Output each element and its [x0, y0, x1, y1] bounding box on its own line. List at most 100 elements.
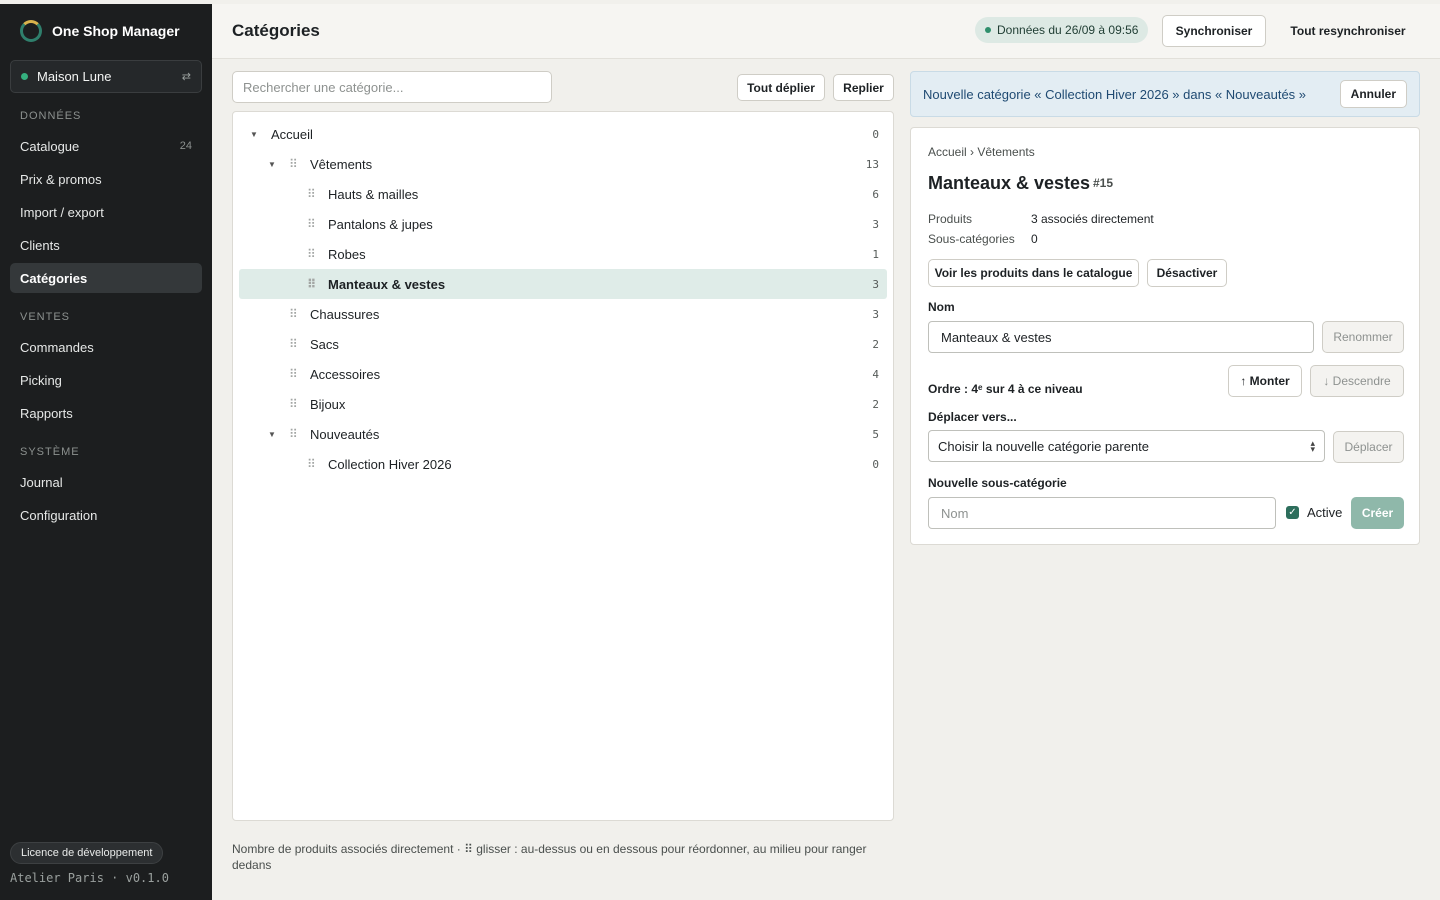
drag-handle-icon[interactable]: ⠿ [289, 427, 298, 441]
sync-status-badge: Données du 26/09 à 09:56 [975, 17, 1149, 43]
sidebar-item-configuration[interactable]: Configuration [10, 500, 202, 530]
move-button[interactable]: Déplacer [1333, 431, 1404, 463]
tree-row[interactable]: ⠿ Pantalons & jupes 3 [239, 209, 887, 239]
sidebar-item-commandes[interactable]: Commandes [10, 332, 202, 362]
rename-button[interactable]: Renommer [1322, 321, 1404, 353]
brand[interactable]: One Shop Manager [20, 20, 180, 42]
section-title-systeme: SYSTÈME [20, 446, 80, 458]
tree-row-count: 0 [872, 127, 879, 141]
caret-down-icon[interactable]: ▼ [267, 160, 277, 169]
banner-text: Nouvelle catégorie « Collection Hiver 20… [923, 86, 1307, 102]
active-checkbox[interactable]: ✓ [1286, 506, 1299, 519]
tree-row[interactable]: ▼ Accueil 0 [239, 119, 887, 149]
drag-handle-icon[interactable]: ⠿ [289, 307, 298, 321]
products-label: Produits [928, 212, 973, 226]
sidebar-item-journal[interactable]: Journal [10, 467, 202, 497]
tree-row-count: 6 [872, 187, 879, 201]
move-down-button[interactable]: ↓ Descendre [1310, 365, 1404, 397]
tree-row-count: 1 [872, 247, 879, 261]
tree-row[interactable]: ▼ ⠿ Vêtements 13 [239, 149, 887, 179]
sidebar-item-label: Catalogue [20, 138, 80, 154]
create-button[interactable]: Créer [1351, 497, 1404, 529]
tree-row-label: Chaussures [310, 306, 380, 322]
tree-row[interactable]: ▼ ⠿ Nouveautés 5 [239, 419, 887, 449]
category-detail-panel: Accueil › Vêtements Manteaux & vestes #1… [910, 127, 1420, 545]
store-switcher[interactable]: Maison Lune ⇄ [10, 60, 202, 93]
subcategories-value: 0 [1031, 232, 1038, 246]
status-dot-icon [985, 27, 991, 33]
tree-row-label: Accessoires [310, 366, 381, 382]
category-id: #15 [1093, 176, 1114, 190]
sidebar-item-label: Rapports [20, 405, 73, 421]
store-name: Maison Lune [37, 69, 112, 84]
tree-row-label: Bijoux [310, 396, 346, 412]
sidebar-item-picking[interactable]: Picking [10, 365, 202, 395]
drag-handle-icon[interactable]: ⠿ [307, 247, 316, 261]
products-value: 3 associés directement [1031, 212, 1154, 226]
caret-down-icon[interactable]: ▼ [267, 430, 277, 439]
sidebar-item-label: Prix & promos [20, 171, 102, 187]
drag-handle-icon[interactable]: ⠿ [307, 217, 316, 231]
sidebar-item-rapports[interactable]: Rapports [10, 398, 202, 428]
drag-handle-icon[interactable]: ⠿ [289, 337, 298, 351]
caret-down-icon[interactable]: ▼ [249, 130, 259, 139]
sidebar-item-prix-promos[interactable]: Prix & promos [10, 164, 202, 194]
deactivate-button[interactable]: Désactiver [1147, 259, 1227, 287]
parent-category-select[interactable]: Choisir la nouvelle catégorie parente ▴ ▾ [928, 430, 1325, 462]
tree-row-count: 3 [872, 277, 879, 291]
brand-name: One Shop Manager [52, 23, 180, 39]
sidebar-item-label: Clients [20, 237, 60, 253]
select-value: Choisir la nouvelle catégorie parente [938, 438, 1150, 454]
sidebar-item-label: Commandes [20, 339, 94, 355]
sidebar-item-label: Configuration [20, 507, 98, 523]
drag-handle-icon[interactable]: ⠿ [307, 277, 316, 291]
sync-status-text: Données du 26/09 à 09:56 [997, 23, 1139, 37]
resync-all-button[interactable]: Tout resynchroniser [1278, 15, 1418, 47]
tree-row-count: 5 [872, 427, 879, 441]
sidebar-item-clients[interactable]: Clients [10, 230, 202, 260]
sidebar-item-categories[interactable]: Catégories [10, 263, 202, 293]
tree-row[interactable]: ⠿ Robes 1 [239, 239, 887, 269]
sidebar-item-label: Import / export [20, 204, 104, 220]
name-input[interactable] [928, 321, 1314, 353]
section-title-donnees: DONNÉES [20, 110, 82, 122]
sidebar: One Shop Manager Maison Lune ⇄ DONNÉES C… [0, 0, 212, 900]
sidebar-item-label: Picking [20, 372, 62, 388]
view-products-button[interactable]: Voir les produits dans le catalogue [928, 259, 1139, 287]
sidebar-item-label: Catégories [20, 270, 88, 286]
new-subcategory-input[interactable] [928, 497, 1276, 529]
tree-row[interactable]: ⠿ Accessoires 4 [239, 359, 887, 389]
tree-row-label: Vêtements [310, 156, 373, 172]
tree-row[interactable]: ⠿ Sacs 2 [239, 329, 887, 359]
header: Catégories Données du 26/09 à 09:56 Sync… [212, 4, 1440, 59]
sidebar-item-import-export[interactable]: Import / export [10, 197, 202, 227]
status-dot-icon [21, 73, 28, 80]
drag-handle-icon[interactable]: ⠿ [307, 187, 316, 201]
category-search-input[interactable] [232, 71, 552, 103]
chevron-up-down-icon: ▴ ▾ [1310, 438, 1315, 454]
drag-handle-icon[interactable]: ⠿ [307, 457, 316, 471]
tree-row-label: Accueil [271, 126, 313, 142]
tree-row[interactable]: ⠿ Chaussures 3 [239, 299, 887, 329]
cancel-button[interactable]: Annuler [1339, 80, 1407, 108]
sidebar-item-count: 24 [179, 140, 192, 152]
tree-row-selected[interactable]: ⠿ Manteaux & vestes 3 [239, 269, 887, 299]
drag-handle-icon[interactable]: ⠿ [289, 367, 298, 381]
move-up-button[interactable]: ↑ Monter [1228, 365, 1302, 397]
sync-button[interactable]: Synchroniser [1162, 15, 1266, 47]
tree-row[interactable]: ⠿ Collection Hiver 2026 0 [239, 449, 887, 479]
move-to-label: Déplacer vers... [928, 410, 1017, 424]
order-text: Ordre : 4ᵉ sur 4 à ce niveau [928, 382, 1083, 396]
name-label: Nom [928, 300, 955, 314]
drag-handle-icon[interactable]: ⠿ [289, 157, 298, 171]
category-title: Manteaux & vestes [928, 173, 1091, 193]
drag-handle-icon[interactable]: ⠿ [289, 397, 298, 411]
tree-row[interactable]: ⠿ Bijoux 2 [239, 389, 887, 419]
tree-row-count: 0 [872, 457, 879, 471]
collapse-all-button[interactable]: Replier [833, 74, 894, 101]
sidebar-item-catalogue[interactable]: Catalogue 24 [10, 131, 202, 161]
expand-all-button[interactable]: Tout déplier [737, 74, 825, 101]
pending-category-banner: Nouvelle catégorie « Collection Hiver 20… [910, 71, 1420, 117]
sidebar-item-label: Journal [20, 474, 63, 490]
tree-row[interactable]: ⠿ Hauts & mailles 6 [239, 179, 887, 209]
